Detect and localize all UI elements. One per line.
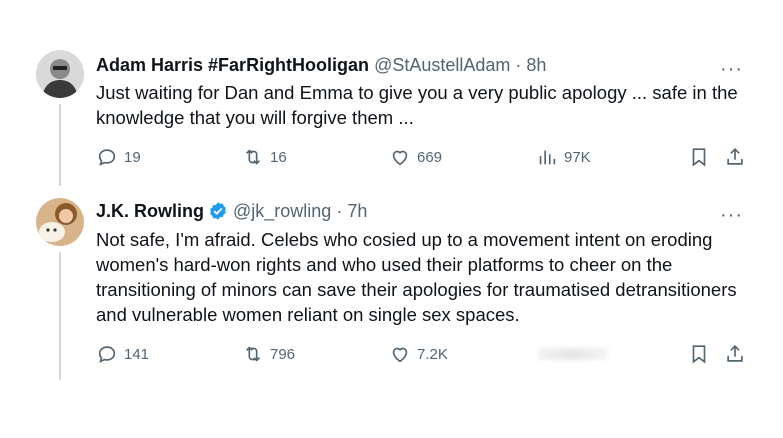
like-icon	[392, 150, 408, 166]
avatar-jk-rowling[interactable]	[36, 198, 84, 246]
tweet-actions: 19 16 669 97K	[96, 146, 746, 170]
reply-count: 19	[124, 148, 141, 166]
retweet-button[interactable]: 796	[242, 343, 295, 365]
share-icon[interactable]	[724, 343, 746, 365]
more-icon[interactable]: ···	[720, 59, 743, 79]
display-name[interactable]: J.K. Rowling	[96, 201, 204, 221]
timestamp[interactable]: 8h	[526, 55, 546, 75]
reply-icon	[98, 149, 116, 166]
retweet-count: 16	[270, 148, 287, 166]
views-count-blurred	[538, 348, 608, 360]
tweet-jk-rowling[interactable]: J.K. Rowling @jk_rowling · 7h ··· Not sa…	[0, 190, 783, 390]
tweet-text: Not safe, I'm afraid. Celebs who cosied …	[96, 229, 737, 325]
reply-button[interactable]: 19	[96, 146, 141, 168]
views-button[interactable]: 97K	[536, 146, 591, 168]
retweet-button[interactable]: 16	[242, 146, 287, 168]
thread-line	[59, 252, 61, 380]
display-name[interactable]: Adam Harris #FarRightHooligan	[96, 55, 369, 75]
separator-dot: ·	[336, 201, 343, 221]
thread-line	[59, 104, 61, 186]
like-count: 7.2K	[417, 345, 448, 363]
tweet-text: Just waiting for Dan and Emma to give yo…	[96, 82, 738, 128]
more-icon[interactable]: ···	[720, 205, 743, 225]
tweet-actions: 141 796 7.2K	[96, 343, 746, 367]
avatar-adam-harris[interactable]	[36, 50, 84, 98]
separator-dot: ·	[515, 55, 522, 75]
share-icon[interactable]	[724, 146, 746, 168]
retweet-icon	[245, 346, 261, 362]
tweet-header: Adam Harris #FarRightHooligan @StAustell…	[96, 54, 546, 76]
tweet-header: J.K. Rowling @jk_rowling · 7h	[96, 200, 367, 222]
reply-button[interactable]: 141	[96, 343, 149, 365]
like-count: 669	[417, 148, 443, 166]
user-handle[interactable]: @jk_rowling	[233, 201, 331, 221]
like-icon	[392, 347, 408, 363]
views-count: 97K	[564, 148, 591, 166]
user-handle[interactable]: @StAustellAdam	[374, 55, 510, 75]
retweet-count: 796	[270, 345, 296, 363]
reply-count: 141	[124, 345, 150, 363]
retweet-icon	[245, 149, 261, 165]
verified-badge-icon	[210, 202, 226, 220]
timestamp[interactable]: 7h	[347, 201, 367, 221]
bookmark-icon[interactable]	[688, 343, 710, 365]
like-button[interactable]: 7.2K	[389, 343, 448, 365]
views-icon	[539, 150, 556, 165]
like-button[interactable]: 669	[389, 146, 442, 168]
reply-icon	[98, 346, 116, 363]
bookmark-icon[interactable]	[688, 146, 710, 168]
tweet-adam-harris[interactable]: Adam Harris #FarRightHooligan @StAustell…	[0, 0, 783, 195]
